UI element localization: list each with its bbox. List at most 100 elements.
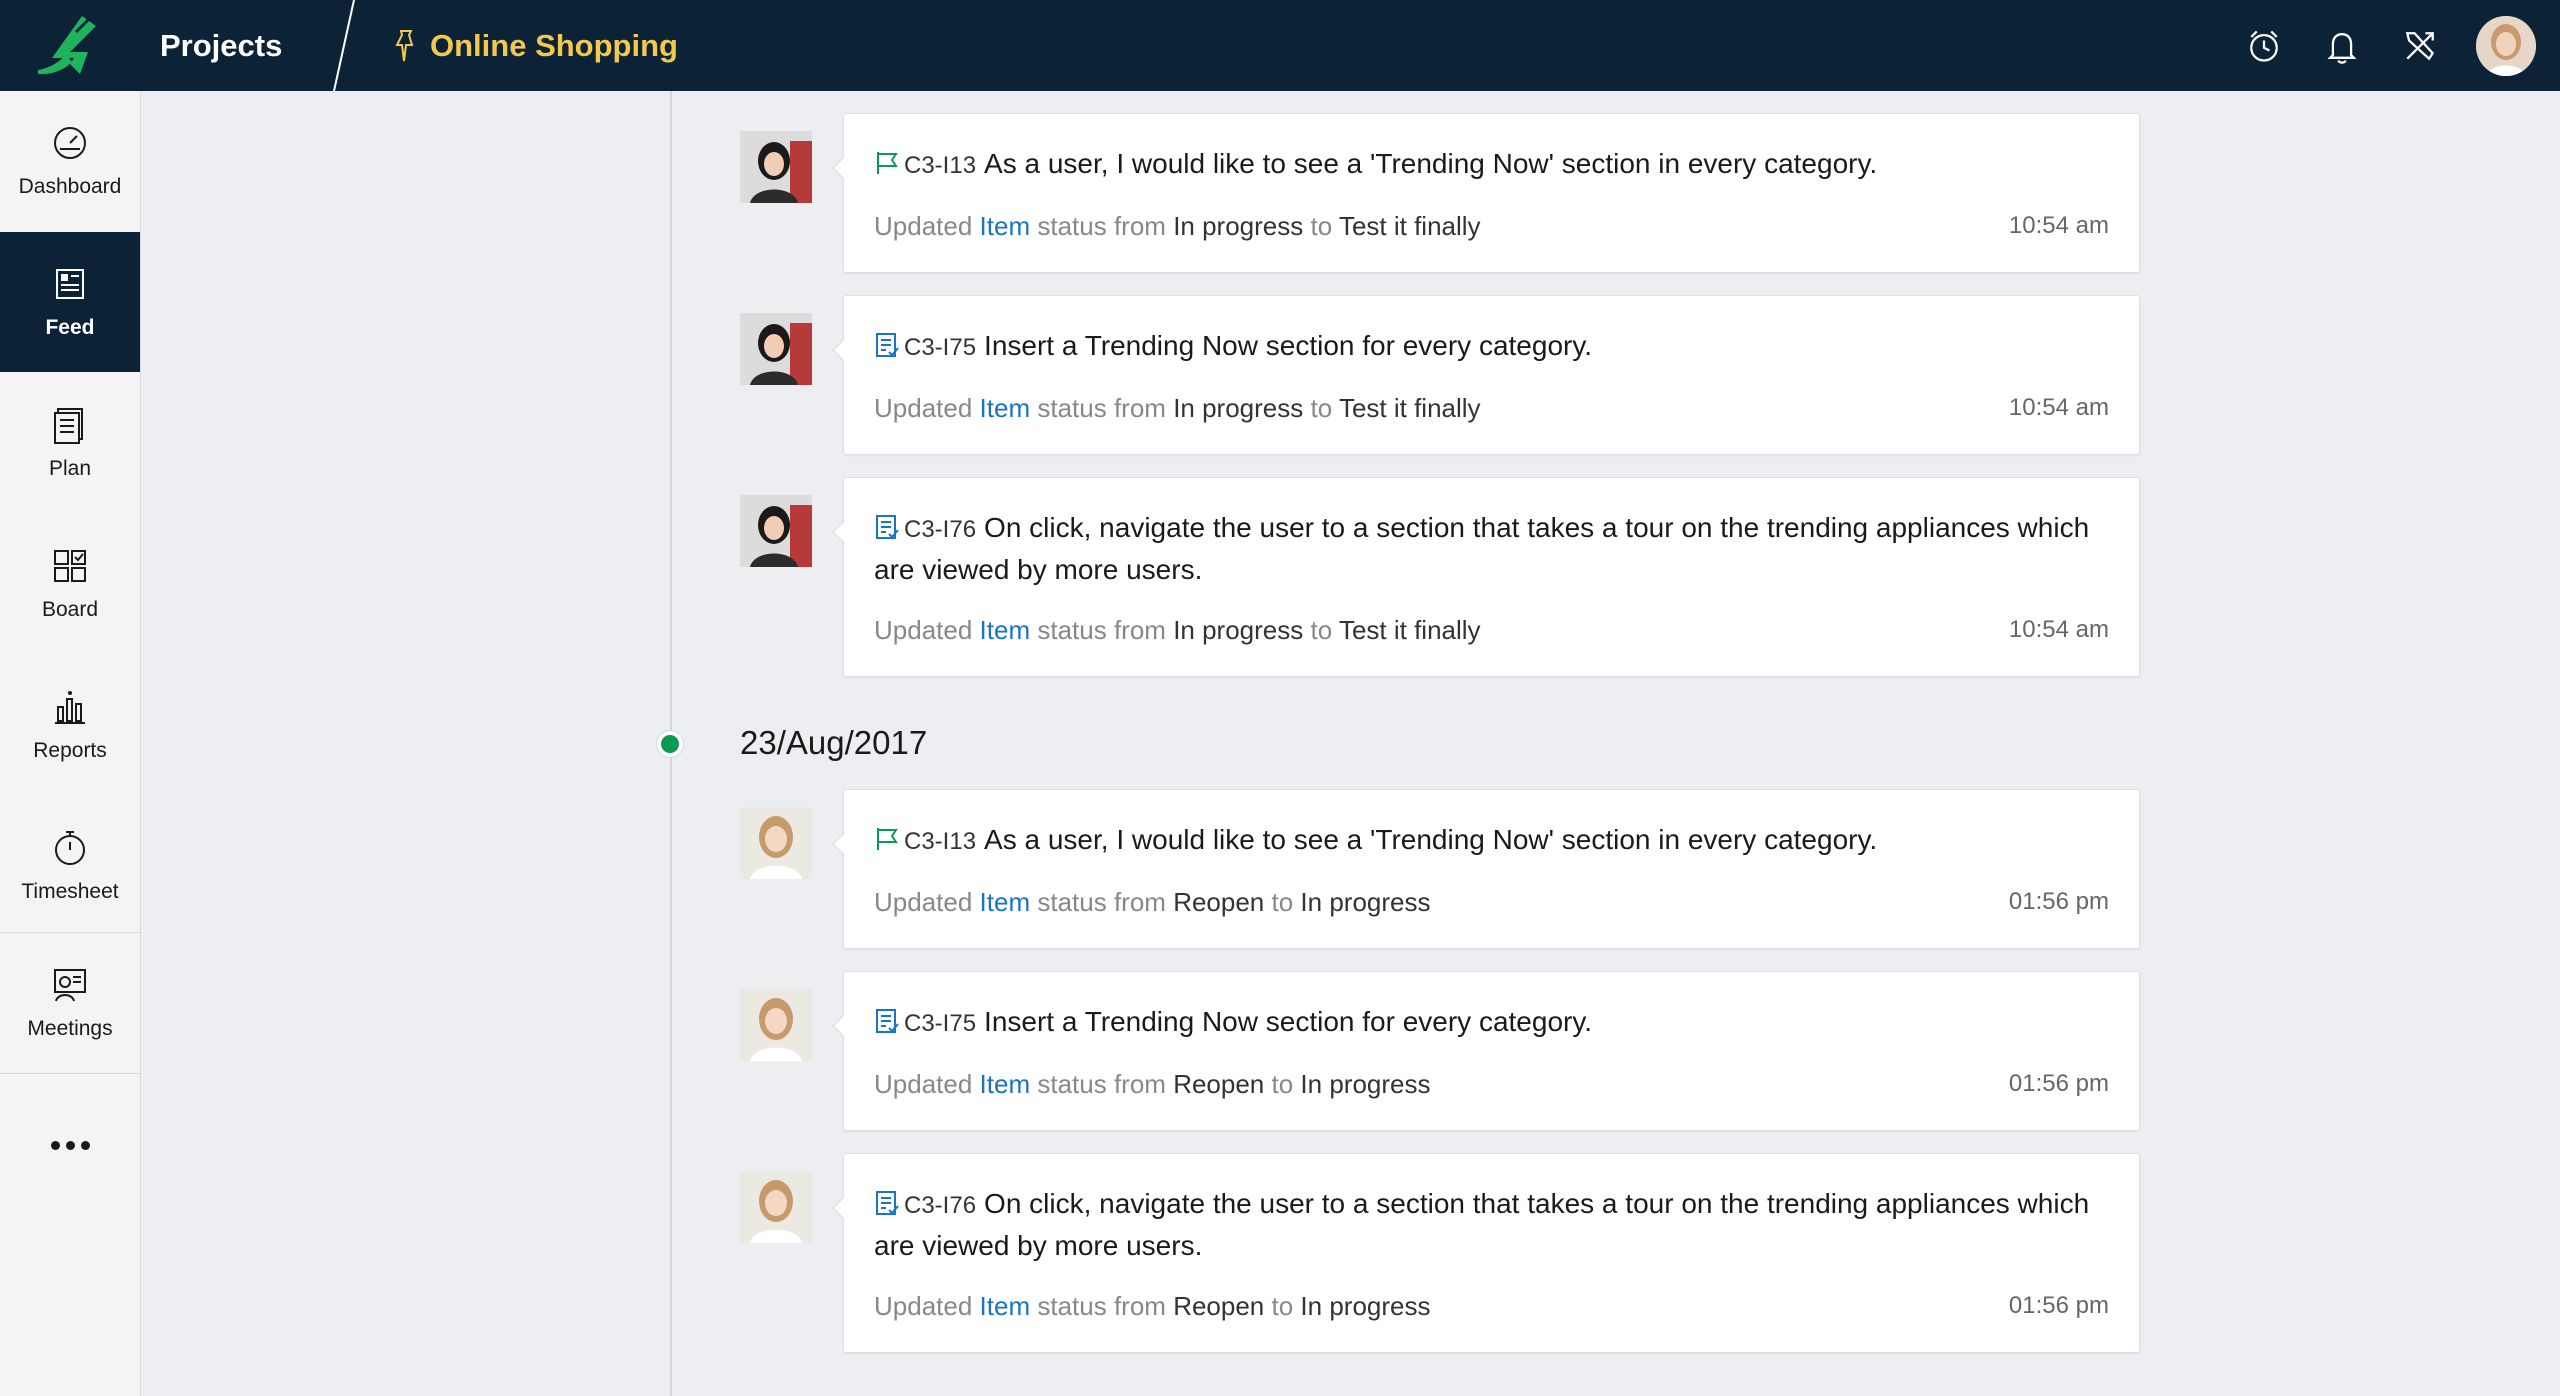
- sidebar-item-label: Feed: [45, 316, 95, 339]
- sidebar-item-reports[interactable]: Reports: [0, 655, 140, 795]
- sidebar-item-board[interactable]: Board: [0, 514, 140, 654]
- item-link[interactable]: Item: [980, 1291, 1031, 1321]
- sidebar-item-label: Reports: [33, 739, 107, 762]
- feed-card: C3-I75 Insert a Trending Now section for …: [832, 295, 2140, 455]
- timer-icon[interactable]: [2242, 24, 2286, 68]
- item-link[interactable]: Item: [980, 887, 1031, 917]
- user-avatar[interactable]: [2476, 15, 2536, 76]
- project-breadcrumb[interactable]: Online Shopping: [392, 0, 678, 91]
- sidebar-item-feed[interactable]: Feed: [0, 232, 140, 372]
- task-icon: [876, 1009, 899, 1033]
- item-id-link[interactable]: C3-I75: [904, 334, 976, 361]
- timestamp: 10:54 am: [2008, 616, 2109, 643]
- feed-card: C3-I13 As a user, I would like to see a '…: [832, 113, 2140, 273]
- item-link[interactable]: Item: [980, 1069, 1031, 1099]
- item-title[interactable]: On click, navigate the user to a section…: [874, 512, 2089, 585]
- pin-icon: [395, 29, 414, 61]
- more-icon[interactable]: [0, 1115, 140, 1175]
- zoho-sprints-logo-icon[interactable]: [30, 12, 110, 80]
- reports-icon: [55, 691, 85, 724]
- item-link[interactable]: Item: [980, 393, 1031, 423]
- item-title-line: C3-I76 On click, navigate the user to a s…: [874, 508, 2099, 590]
- status-from: In progress: [1173, 393, 1304, 423]
- flag-icon: [877, 152, 898, 174]
- status-from: In progress: [1173, 615, 1304, 645]
- feed-entry: C3-I13 As a user, I would like to see a '…: [740, 113, 2140, 273]
- item-title-line: C3-I75 Insert a Trending Now section for …: [874, 326, 2099, 368]
- status-from: In progress: [1173, 211, 1304, 241]
- item-id-link[interactable]: C3-I76: [904, 516, 976, 543]
- feed-entry: C3-I13 As a user, I would like to see a '…: [740, 789, 2140, 949]
- sidebar-item-label: Plan: [48, 457, 92, 480]
- status-to: In progress: [1300, 1069, 1431, 1099]
- item-title-line: C3-I13 As a user, I would like to see a '…: [874, 820, 2099, 862]
- sidebar-item-meetings[interactable]: Meetings: [0, 933, 140, 1073]
- user-avatar[interactable]: [740, 313, 812, 385]
- item-id-link[interactable]: C3-I76: [904, 1192, 976, 1219]
- status-change-text: Updated Item status from In progress to …: [874, 211, 1481, 241]
- board-icon: [54, 550, 86, 582]
- sidebar-item-label: Board: [41, 598, 99, 621]
- status-to: In progress: [1300, 1291, 1431, 1321]
- item-title-line: C3-I13 As a user, I would like to see a '…: [874, 144, 2099, 186]
- feed-entry: C3-I75 Insert a Trending Now section for …: [740, 971, 2140, 1131]
- status-change-text: Updated Item status from In progress to …: [874, 615, 1481, 645]
- bell-icon[interactable]: [2320, 24, 2364, 68]
- user-avatar[interactable]: [740, 807, 812, 879]
- status-to: Test it finally: [1338, 211, 1481, 241]
- item-id-link[interactable]: C3-I13: [904, 828, 976, 855]
- feed-card: C3-I13 As a user, I would like to see a '…: [832, 789, 2140, 949]
- status-to: Test it finally: [1338, 393, 1481, 423]
- timestamp: 10:54 am: [2008, 394, 2109, 421]
- timestamp: 10:54 am: [2008, 212, 2109, 239]
- status-from: Reopen: [1173, 1291, 1265, 1321]
- feed-entry: C3-I76 On click, navigate the user to a s…: [740, 477, 2140, 677]
- meetings-icon: [54, 969, 86, 1002]
- sidebar-item-plan[interactable]: Plan: [0, 373, 140, 513]
- status-to: In progress: [1300, 887, 1431, 917]
- top-bar: Projects Online Shopping: [0, 0, 2560, 91]
- feed-card: C3-I76 On click, navigate the user to a s…: [832, 1153, 2140, 1353]
- status-change-text: Updated Item status from Reopen to In pr…: [874, 887, 1431, 917]
- item-link[interactable]: Item: [980, 211, 1031, 241]
- sidebar-item-label: Dashboard: [18, 175, 122, 198]
- item-link[interactable]: Item: [980, 615, 1031, 645]
- user-avatar[interactable]: [740, 131, 812, 203]
- timestamp: 01:56 pm: [2008, 1292, 2109, 1319]
- app-title[interactable]: Projects: [160, 0, 282, 91]
- status-change-text: Updated Item status from In progress to …: [874, 393, 1481, 423]
- task-icon: [876, 1191, 899, 1215]
- status-to: Test it finally: [1338, 615, 1481, 645]
- item-title[interactable]: On click, navigate the user to a section…: [874, 1188, 2089, 1261]
- item-id-link[interactable]: C3-I75: [904, 1010, 976, 1037]
- feed-entry: C3-I76 On click, navigate the user to a s…: [740, 1153, 2140, 1353]
- item-title[interactable]: Insert a Trending Now section for every …: [984, 1006, 1592, 1037]
- plan-icon: [54, 408, 83, 444]
- sidebar-item-timesheet[interactable]: Timesheet: [0, 796, 140, 936]
- sidebar-item-dashboard[interactable]: Dashboard: [0, 91, 140, 231]
- speedometer-icon: [54, 127, 86, 159]
- flag-icon: [877, 828, 898, 850]
- user-avatar[interactable]: [740, 1171, 812, 1243]
- breadcrumb-separator: [333, 0, 355, 91]
- item-title[interactable]: As a user, I would like to see a 'Trendi…: [984, 824, 1877, 855]
- user-avatar[interactable]: [740, 495, 812, 567]
- item-id-link[interactable]: C3-I13: [904, 152, 976, 179]
- top-icon-group: [2242, 0, 2560, 91]
- status-change-text: Updated Item status from Reopen to In pr…: [874, 1291, 1431, 1321]
- date-heading: 23/Aug/2017: [740, 724, 928, 761]
- timeline-date-marker: [657, 731, 683, 757]
- item-title-line: C3-I75 Insert a Trending Now section for …: [874, 1002, 2099, 1044]
- item-title-line: C3-I76 On click, navigate the user to a s…: [874, 1184, 2099, 1266]
- feed-icon: [56, 269, 84, 299]
- timestamp: 01:56 pm: [2008, 1070, 2109, 1097]
- tools-icon[interactable]: [2398, 24, 2442, 68]
- sidebar: Dashboard Feed Plan Board Reports Timesh…: [0, 91, 141, 1396]
- task-icon: [876, 333, 899, 357]
- user-avatar[interactable]: [740, 989, 812, 1061]
- item-title[interactable]: As a user, I would like to see a 'Trendi…: [984, 148, 1877, 179]
- sidebar-divider: [0, 1073, 140, 1074]
- item-title[interactable]: Insert a Trending Now section for every …: [984, 330, 1592, 361]
- status-from: Reopen: [1173, 887, 1265, 917]
- feed-entry: C3-I75 Insert a Trending Now section for …: [740, 295, 2140, 455]
